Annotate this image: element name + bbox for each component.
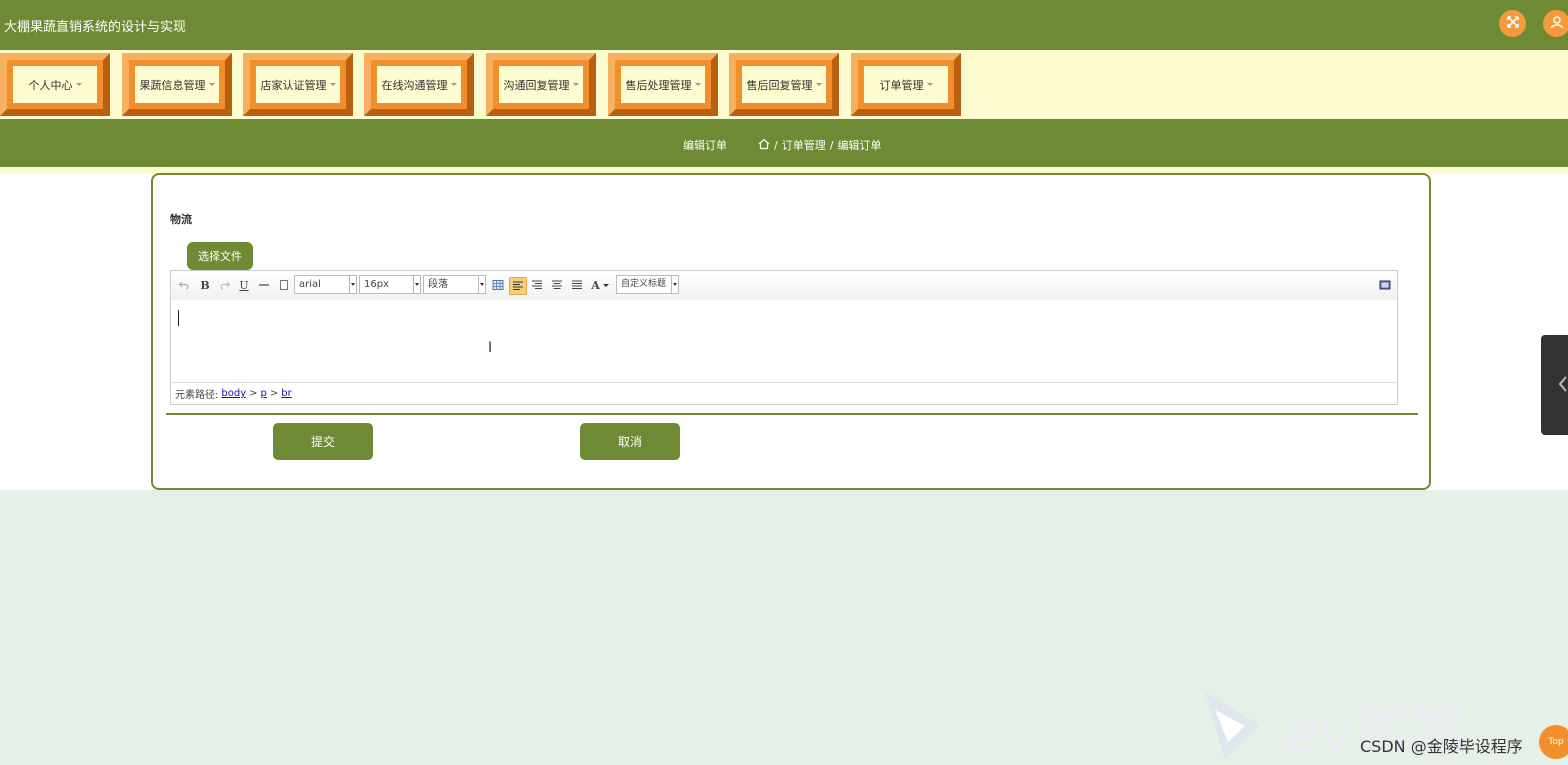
table-icon[interactable] xyxy=(490,277,506,293)
dropdown-arrow-icon xyxy=(478,276,485,293)
nav-item-after-sales-reply[interactable]: 售后回复管理 xyxy=(729,53,839,116)
logistics-label: 物流 xyxy=(170,213,192,226)
dropdown-arrow-icon xyxy=(349,276,356,293)
nav-item-label: 在线沟通管理 xyxy=(381,78,448,92)
nav-item-label: 沟通回复管理 xyxy=(503,78,570,92)
path-separator: > xyxy=(269,388,279,399)
path-p-link[interactable]: p xyxy=(261,388,267,399)
nav-item-order-management[interactable]: 订单管理 xyxy=(851,53,961,116)
redo-icon[interactable] xyxy=(218,277,232,293)
caret-down-icon xyxy=(602,283,609,287)
dropdown-arrow-icon xyxy=(413,276,420,293)
nav-item-produce-info[interactable]: 果蔬信息管理 xyxy=(122,53,232,116)
bold-button[interactable]: B xyxy=(198,277,212,293)
cancel-button[interactable]: 取消 xyxy=(580,423,680,460)
caret-down-icon xyxy=(694,83,701,86)
breadcrumb-item: 编辑订单 xyxy=(837,139,882,152)
paste-text-icon[interactable] xyxy=(277,277,291,293)
nav-item-online-chat[interactable]: 在线沟通管理 xyxy=(364,53,474,116)
fullscreen-editor-icon[interactable] xyxy=(1378,277,1392,293)
expand-icon xyxy=(1506,15,1520,32)
user-icon xyxy=(1550,15,1564,32)
paragraph-value: 段落 xyxy=(428,279,448,290)
nav-item-label: 果蔬信息管理 xyxy=(139,78,206,92)
mouse-ibeam-icon: I xyxy=(488,340,493,356)
side-panel-toggle[interactable] xyxy=(1541,335,1568,435)
nav-item-personal-center[interactable]: 个人中心 xyxy=(0,53,110,116)
horizontal-rule-icon[interactable] xyxy=(257,277,271,293)
nav-item-after-sales[interactable]: 售后处理管理 xyxy=(608,53,718,116)
back-to-top-button[interactable]: Top xyxy=(1539,725,1568,759)
home-icon[interactable] xyxy=(758,138,770,153)
paragraph-select[interactable]: 段落 xyxy=(423,275,486,294)
font-size-select[interactable]: 16px xyxy=(359,275,421,294)
path-separator: > xyxy=(249,388,258,399)
align-right-icon[interactable] xyxy=(529,277,545,293)
nav-item-label: 店家认证管理 xyxy=(260,78,327,92)
main-nav: 个人中心 果蔬信息管理 店家认证管理 在线沟通管理 沟通回复管理 售后处理管理 … xyxy=(0,50,1568,119)
font-family-value: arial xyxy=(299,279,321,290)
nav-item-label: 售后回复管理 xyxy=(746,78,813,92)
font-family-select[interactable]: arial xyxy=(294,275,357,294)
caret-down-icon xyxy=(329,83,336,86)
caret-down-icon xyxy=(572,83,579,86)
chevron-left-icon xyxy=(1558,375,1568,396)
app-title: 大棚果蔬直销系统的设计与实现 xyxy=(4,20,187,35)
path-body-link[interactable]: body xyxy=(221,388,246,399)
submit-button[interactable]: 提交 xyxy=(273,423,373,460)
breadcrumb-item[interactable]: 订单管理 xyxy=(782,137,826,153)
editor-status-bar: 元素路径: body > p > br xyxy=(171,382,1397,404)
font-color-label: A xyxy=(591,278,600,292)
choose-file-button[interactable]: 选择文件 xyxy=(187,242,253,270)
undo-icon[interactable] xyxy=(177,277,191,293)
nav-item-label: 订单管理 xyxy=(879,78,924,92)
nav-item-chat-reply[interactable]: 沟通回复管理 xyxy=(486,53,596,116)
align-left-icon[interactable] xyxy=(509,277,527,295)
caret-down-icon xyxy=(450,83,457,86)
breadcrumb-separator: / xyxy=(774,138,778,152)
custom-title-value: 自定义标题 xyxy=(621,279,667,289)
nav-item-label: 售后处理管理 xyxy=(625,78,692,92)
caret-down-icon xyxy=(208,83,215,86)
breadcrumb-bar: 编辑订单 / 订单管理 / 编辑订单 xyxy=(0,119,1568,167)
caret-down-icon xyxy=(75,83,82,86)
underline-button[interactable]: U xyxy=(237,277,251,293)
editor-toolbar: B U arial 16px 段落 A 自定义标题 xyxy=(171,271,1397,301)
element-path-label: 元素路径: xyxy=(175,390,219,401)
align-center-icon[interactable] xyxy=(549,277,565,293)
edit-order-form: 物流 选择文件 B U arial 16px 段落 A 自定义标题 I 元素路径… xyxy=(151,173,1431,490)
caret-down-icon xyxy=(815,83,822,86)
font-color-button[interactable]: A xyxy=(590,277,610,293)
nav-item-label: 个人中心 xyxy=(28,78,73,92)
nav-item-shop-certification[interactable]: 店家认证管理 xyxy=(243,53,353,116)
csdn-watermark-text: CSDN @金陵毕设程序 xyxy=(1360,737,1523,756)
font-size-value: 16px xyxy=(364,279,389,290)
path-br-link[interactable]: br xyxy=(281,388,291,399)
fullscreen-button[interactable] xyxy=(1499,10,1526,37)
page-title: 编辑订单 xyxy=(683,139,727,152)
form-divider xyxy=(166,413,1418,415)
editor-content-area[interactable]: I xyxy=(171,300,1397,382)
breadcrumb-separator: / xyxy=(829,138,834,152)
text-cursor xyxy=(178,310,179,326)
caret-down-icon xyxy=(926,83,933,86)
user-button[interactable] xyxy=(1543,10,1568,37)
custom-title-select[interactable]: 自定义标题 xyxy=(616,275,679,294)
breadcrumb: / 订单管理 / 编辑订单 xyxy=(758,137,881,153)
rich-text-editor: B U arial 16px 段落 A 自定义标题 I 元素路径: body >… xyxy=(170,270,1398,405)
dropdown-arrow-icon xyxy=(671,276,678,293)
align-justify-icon[interactable] xyxy=(569,277,585,293)
app-header: 大棚果蔬直销系统的设计与实现 xyxy=(0,0,1568,50)
